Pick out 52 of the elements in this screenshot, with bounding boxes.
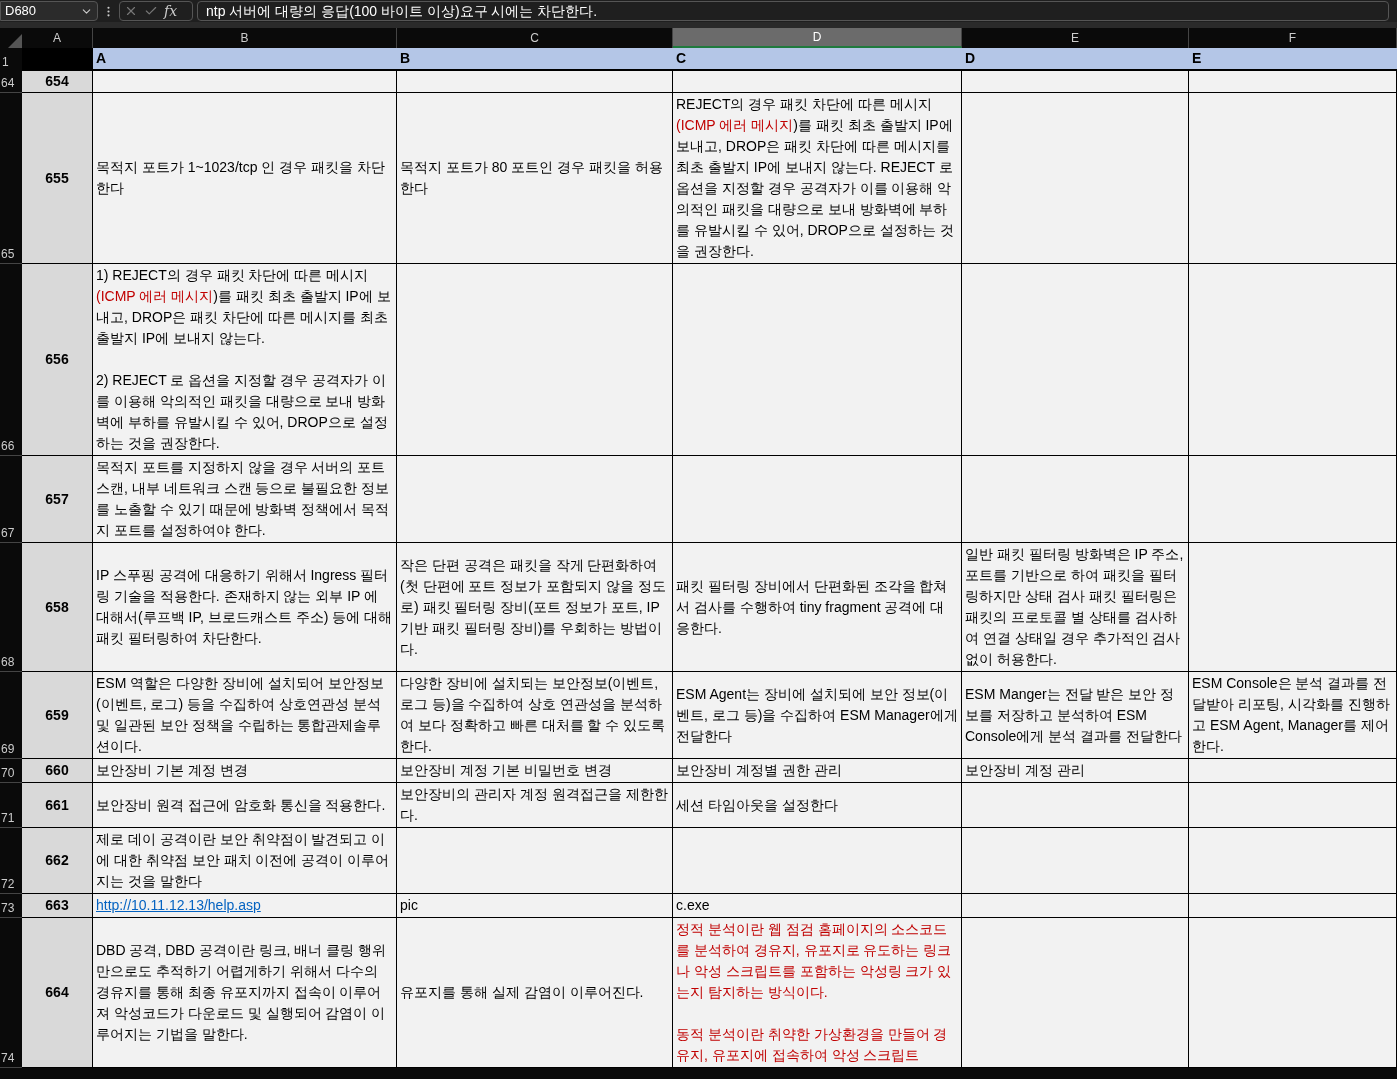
table-cell: 보안장비 원격 접근에 암호화 통신을 적용한다.	[93, 783, 397, 828]
header-cell: E	[1189, 48, 1397, 71]
row-number-cell: 658	[22, 543, 93, 672]
row-number-cell: 657	[22, 456, 93, 543]
header-cell	[22, 48, 93, 71]
table-cell: 보안장비 계정 기본 비밀번호 변경	[397, 759, 673, 783]
row-number-cell: 655	[22, 93, 93, 264]
table-cell: DBD 공격, DBD 공격이란 링크, 배너 클링 행위만으로도 추적하기 어렵게하기 위해서 다수의 경유지를 통해 최종 유포지까지 접속이 이루어져 악성코드가 다운로드 및 실행되어 감염이 이루어지는 기법을 말한다.	[93, 918, 397, 1068]
table-cell: ESM Manger는 전달 받은 보안 정보를 저장하고 분석하여 ESM Console에게 분석 결과를 전달한다	[962, 672, 1189, 759]
table-cell: 다양한 장비에 설치되는 보안정보(이벤트, 로그 등)을 수집하여 상호 연관성을 분석하여 보다 정확하고 빠른 대처를 할 수 있도록 한다.	[397, 672, 673, 759]
table-cell: 작은 단편 공격은 패킷을 작게 단편화하여(첫 단편에 포트 정보가 포함되지 않을 정도로) 패킷 필터링 장비(포트 정보가 포트, IP 기반 패킷 필터링 장비)를 우회하는 방법이다.	[397, 543, 673, 672]
header-cell: A	[93, 48, 397, 71]
table-cell: 목적지 포트를 지정하지 않을 경우 서버의 포트 스캔, 내부 네트워크 스캔 등으로 불필요한 정보를 노출할 수 있기 때문에 방화벽 정책에서 목적지 포트를 설정하여야 한다.	[93, 456, 397, 543]
header-cell: D	[962, 48, 1189, 71]
row-number-cell: 660	[22, 759, 93, 783]
table-cell: 제로 데이 공격이란 보안 취약점이 발견되고 이에 대한 취약점 보안 패치 이전에 공격이 이루어지는 것을 말한다	[93, 828, 397, 894]
formula-field[interactable]: ntp 서버에 대량의 응답(100 바이트 이상)요구 시에는 차단한다.	[197, 1, 1389, 21]
row-number-cell: 659	[22, 672, 93, 759]
row-number-cell: 664	[22, 918, 93, 1068]
table-cell: 보안장비 기본 계정 변경	[93, 759, 397, 783]
table-cell: ESM Console은 분석 결과를 전달받아 리포팅, 시각화를 진행하고 ESM Agent, Manager를 제어한다.	[1189, 672, 1397, 759]
table-cell: 목적지 포트가 1~1023/tcp 인 경우 패킷을 차단한다	[93, 93, 397, 264]
row-header[interactable]: 64	[0, 71, 22, 93]
column-header[interactable]: D	[673, 28, 962, 48]
table-cell: 유포지를 통해 실제 감염이 이루어진다.	[397, 918, 673, 1068]
row-number-cell: 661	[22, 783, 93, 828]
function-button[interactable]: fx	[164, 0, 178, 22]
table-cell: 세션 타임아웃을 설정한다	[673, 783, 962, 828]
name-box[interactable]: D680	[0, 1, 98, 21]
row-number-cell: 662	[22, 828, 93, 894]
table-cell: REJECT의 경우 패킷 차단에 따른 메시지 (ICMP 에러 메시지)를 패킷 최초 출발지 IP에 보내고, DROP은 패킷 차단에 따른 메시지를 최초 출발지 IP에 보내지 않는다. REJECT 로 옵션을 지정할 경우 공격자가 이를 이용해 악의적인 패킷을 대량으로 보내 방화벽에 부하를 유발시킬 수 있어, DROP으로 설정하는 것을 권장한다.	[673, 93, 962, 264]
table-cell: 목적지 포트가 80 포트인 경우 패킷을 허용한다	[397, 93, 673, 264]
table-cell: 보안장비 계정 관리	[962, 759, 1189, 783]
table-cell: 1) REJECT의 경우 패킷 차단에 따른 메시지 (ICMP 에러 메시지)를 패킷 최초 출발지 IP에 보내고, DROP은 패킷 차단에 따른 메시지를 최초 출발지 IP에 보내지 않는다. 2) REJECT 로 옵션을 지정할 경우 공격자가 이를 이용해 악의적인 패킷을 대량으로 보내 방화벽에 부하를 유발시킬 수 있어, DROP으로 설정하는 것을 권장한다.	[93, 264, 397, 456]
close-icon[interactable]	[124, 4, 138, 18]
table-cell: 보안장비의 관리자 계정 원격접근을 제한한다.	[397, 783, 673, 828]
row-number-cell: 656	[22, 264, 93, 456]
table-cell: 보안장비 계정별 권한 관리	[673, 759, 962, 783]
check-icon[interactable]	[144, 4, 158, 18]
table-cell: pic	[397, 894, 673, 918]
table-cell: ESM Agent는 장비에 설치되에 보안 정보(이벤트, 로그 등)을 수집하여 ESM Manager에게 전달한다	[673, 672, 962, 759]
table-cell: 패킷 필터링 장비에서 단편화된 조각을 합쳐서 검사를 수행하여 tiny fragment 공격에 대응한다.	[673, 543, 962, 672]
hyperlink[interactable]: http://10.11.12.13/help.asp	[96, 895, 261, 916]
table-cell: 정적 분석이란 웹 점검 홈페이지의 소스코드를 분석하여 경유지, 유포지로 유도하는 링크나 악성 스크립트를 포함하는 악성링 크가 있는지 탐지하는 방식이다. 동적 분석이란 취약한 가상환경을 만들어 경유지, 유포지에 접속하여 악성 스크립트	[673, 918, 962, 1068]
table-cell: 일반 패킷 필터링 방화벽은 IP 주소, 포트를 기반으로 하여 패킷을 필터링하지만 상태 검사 패킷 필터링은 패킷의 프로토콜 별 상태를 검사하여 연결 상태일 경우 추가적인 검사없이 허용한다.	[962, 543, 1189, 672]
table-cell: IP 스푸핑 공격에 대응하기 위해서 Ingress 필터링 기술을 적용한다. 존재하지 않는 외부 IP 에 대해서(루프백 IP, 브로드캐스트 주소) 등에 대해 패킷 필터링하여 차단한다.	[93, 543, 397, 672]
table-cell: c.exe	[673, 894, 962, 918]
table-cell: ESM 역할은 다양한 장비에 설치되어 보안정보(이벤트, 로그) 등을 수집하여 상호연관성 분석 및 일관된 보안 정책을 수립하는 통합관제솔루션이다.	[93, 672, 397, 759]
header-cell: C	[673, 48, 962, 71]
header-cell: B	[397, 48, 673, 71]
row-number-cell: 663	[22, 894, 93, 918]
row-number-cell: 654	[22, 71, 93, 93]
